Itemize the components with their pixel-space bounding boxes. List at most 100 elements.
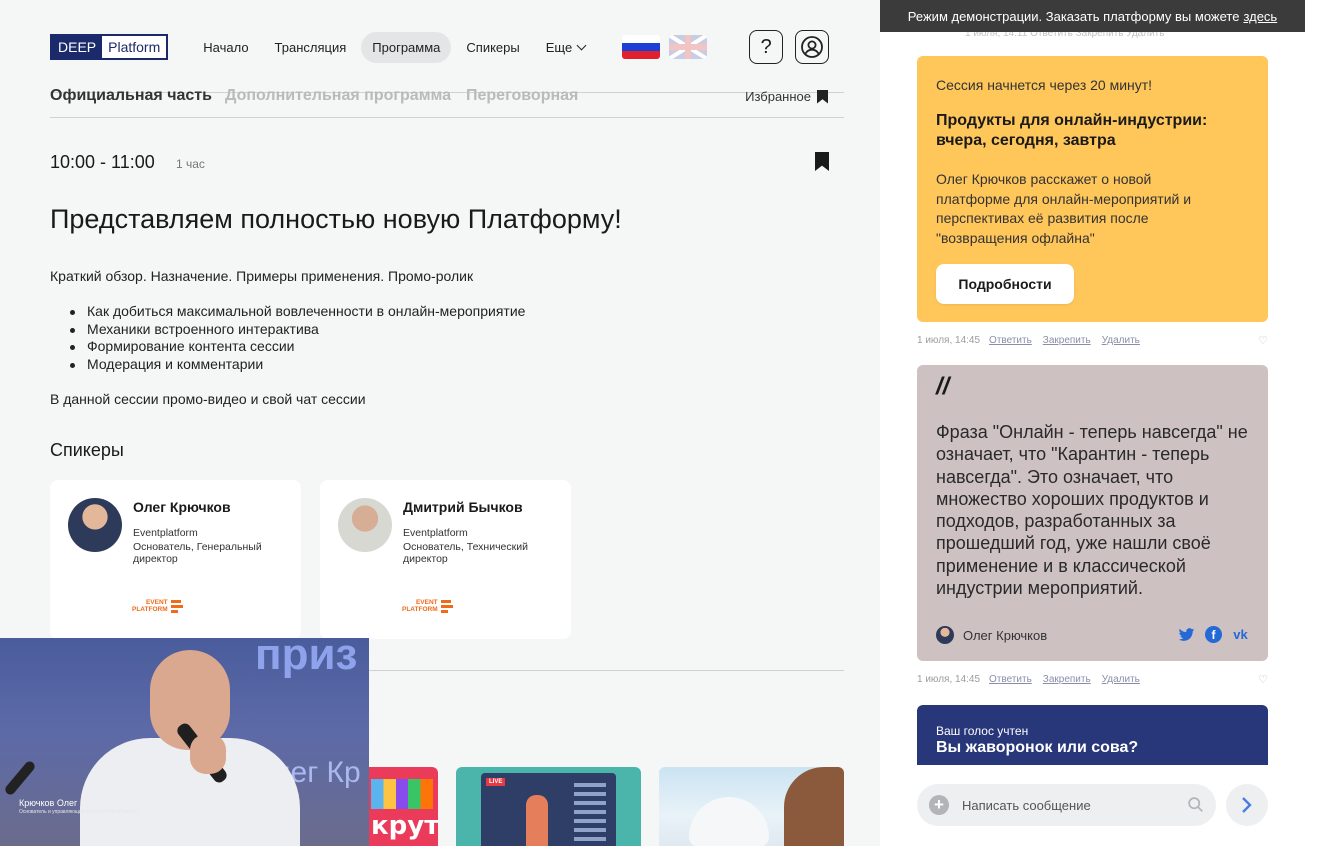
video-speaker-role: Основатель и управляющий партнер EventPl… <box>19 809 138 815</box>
main-content: DEEP Platform Начало Трансляция Программ… <box>0 0 880 846</box>
list-item: Как добиться максимальной вовлеченности … <box>70 303 525 321</box>
pin-link[interactable]: Закрепить <box>1043 335 1091 346</box>
speakers-heading: Спикеры <box>50 440 124 460</box>
speaker-card[interactable]: Олег Крючков Eventplatform Основатель, Г… <box>50 480 301 639</box>
avatar <box>68 498 122 552</box>
video-speaker-name: Крючков Олег <box>19 798 78 808</box>
logo-part1: DEEP <box>52 36 103 58</box>
live-badge: LIVE <box>486 778 506 786</box>
speaker-name: Олег Крючков <box>133 499 231 515</box>
nav-speakers[interactable]: Спикеры <box>455 32 530 63</box>
pin-link[interactable]: Закрепить <box>1043 674 1091 685</box>
help-button[interactable]: ? <box>749 30 784 64</box>
profile-button[interactable] <box>795 30 830 64</box>
send-button[interactable] <box>1226 784 1268 826</box>
reply-link[interactable]: Ответить <box>989 335 1032 346</box>
list-item: Формирование контента сессии <box>70 338 525 356</box>
language-switcher <box>622 35 708 59</box>
reply-link[interactable]: Ответить <box>989 674 1032 685</box>
session-bullets: Как добиться максимальной вовлеченности … <box>70 303 525 373</box>
speaker-company: Eventplatform <box>133 527 198 539</box>
nav-more[interactable]: Еще <box>535 32 596 63</box>
program-tabs: Официальная часть Дополнительная програм… <box>50 84 844 118</box>
speaker-name: Дмитрий Бычков <box>403 499 523 515</box>
demo-text: Режим демонстрации. Заказать платформу в… <box>907 8 1240 24</box>
tab-meeting-room[interactable]: Переговорная <box>466 87 578 105</box>
session-time: 10:00 - 11:00 <box>50 152 155 172</box>
message-time: 1 июля, 14:45 <box>917 674 981 685</box>
quote-icon: // <box>936 373 950 400</box>
nav-broadcast[interactable]: Трансляция <box>264 32 358 63</box>
main-nav: Начало Трансляция Программа Спикеры Еще <box>192 31 596 63</box>
delete-link[interactable]: Удалить <box>1102 674 1140 685</box>
bookmark-icon[interactable] <box>815 152 829 171</box>
details-button[interactable]: Подробности <box>936 264 1074 304</box>
nav-more-label: Еще <box>545 39 573 55</box>
heart-icon[interactable]: ♡ <box>1258 334 1268 347</box>
tab-additional[interactable]: Дополнительная программа <box>225 87 451 105</box>
tab-official[interactable]: Официальная часть <box>50 87 212 105</box>
session-reminder-card: Сессия начнется через 20 минут! Продукты… <box>917 56 1268 322</box>
poll-status: Ваш голос учтен <box>936 724 1029 738</box>
session-summary: Краткий обзор. Назначение. Примеры приме… <box>50 268 474 284</box>
demo-link[interactable]: здесь <box>1243 9 1277 24</box>
user-icon <box>801 36 824 58</box>
session-duration: 1 час <box>176 157 205 171</box>
top-navigation: DEEP Platform Начало Трансляция Программ… <box>50 30 844 64</box>
plus-icon[interactable]: + <box>929 795 949 815</box>
social-share: f vk <box>1178 626 1249 643</box>
avatar <box>338 498 392 552</box>
thumb-caption: круто! <box>371 811 438 841</box>
video-player[interactable]: приз Олег Кр Крючков Олег Основатель и у… <box>0 638 369 846</box>
favorites-label: Избранное <box>745 89 811 104</box>
speaker-role: Основатель, Генеральный директор <box>133 541 262 565</box>
stage-text: приз <box>255 638 358 679</box>
avatar <box>936 626 954 644</box>
heart-icon[interactable]: ♡ <box>1258 673 1268 686</box>
russian-flag-icon[interactable] <box>622 35 661 59</box>
logo[interactable]: DEEP Platform <box>50 34 169 60</box>
speaker-role: Основатель, Технический директор <box>403 541 528 565</box>
vk-icon[interactable]: vk <box>1232 626 1249 643</box>
session-note: В данной сессии промо-видео и свой чат с… <box>50 391 366 407</box>
twitter-icon[interactable] <box>1178 626 1195 643</box>
message-time: 1 июля, 14:45 <box>917 335 981 346</box>
session-timer: Сессия начнется через 20 минут! <box>936 77 1153 93</box>
message-composer: + <box>917 784 1216 826</box>
thumb-bear[interactable] <box>659 767 844 846</box>
facebook-icon[interactable]: f <box>1205 626 1222 643</box>
list-item: Механики встроенного интерактива <box>70 321 525 339</box>
microphone <box>3 759 37 797</box>
chat-panel: 1 июля, 14:11 Ответить Закрепить Удалить… <box>880 0 1318 846</box>
company-logo: EVENT PLATFORM <box>132 599 183 613</box>
session-card-title: Продукты для онлайн-индустрии: вчера, се… <box>936 112 1208 149</box>
message-meta: 1 июля, 14:45 Ответить Закрепить Удалить… <box>917 334 1268 347</box>
chevron-down-icon <box>576 40 587 50</box>
nav-program[interactable]: Программа <box>361 31 452 63</box>
quote-text: Фраза "Онлайн - теперь навсегда" не озна… <box>936 422 1248 599</box>
message-meta: 1 июля, 14:45 Ответить Закрепить Удалить… <box>917 673 1268 686</box>
demo-banner: Режим демонстрации. Заказать платформу в… <box>880 0 1305 32</box>
company-logo: EVENT PLATFORM <box>402 599 453 613</box>
logo-part2: Platform <box>102 36 167 58</box>
thumb-live[interactable]: LIVE <box>456 767 641 846</box>
message-input[interactable] <box>962 796 1172 814</box>
bookmark-icon <box>817 89 828 104</box>
list-item: Модерация и комментарии <box>70 356 525 374</box>
quote-author: Олег Крючков <box>936 626 1047 644</box>
poll-question: Вы жаворонок или сова? <box>936 739 1139 756</box>
delete-link[interactable]: Удалить <box>1102 335 1140 346</box>
speaker-card[interactable]: Дмитрий Бычков Eventplatform Основатель,… <box>320 480 571 639</box>
speaker-hand <box>190 734 226 774</box>
chevron-right-icon <box>1242 797 1252 813</box>
speaker-company: Eventplatform <box>403 527 468 539</box>
session-title: Представляем полностью новую Платформу! <box>50 204 622 234</box>
session-card-body: Олег Крючков расскажет о новой платформе… <box>936 171 1192 246</box>
search-icon[interactable] <box>1187 796 1204 813</box>
quote-author-name: Олег Крючков <box>963 627 1048 643</box>
poll-card[interactable]: Ваш голос учтен Вы жаворонок или сова? <box>917 705 1268 765</box>
nav-home[interactable]: Начало <box>192 32 259 63</box>
quote-card: // Фраза "Онлайн - теперь навсегда" не о… <box>917 365 1268 661</box>
favorites-filter[interactable]: Избранное <box>745 89 828 104</box>
uk-flag-icon[interactable] <box>669 35 708 59</box>
